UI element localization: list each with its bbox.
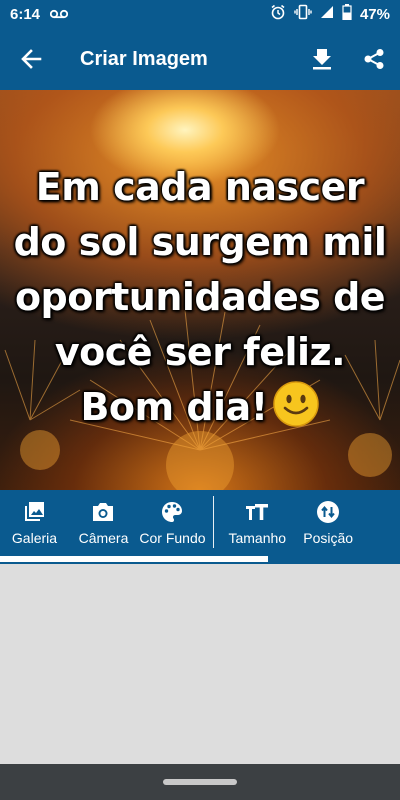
- tool-more[interactable]: [362, 490, 400, 556]
- smiley-emoji: [272, 381, 319, 427]
- tool-label: Tamanho: [228, 530, 287, 546]
- quote-line: você ser feliz.: [54, 330, 346, 374]
- download-icon[interactable]: [296, 28, 348, 90]
- tool-camera[interactable]: Câmera: [69, 490, 138, 556]
- text-size-icon: [245, 500, 269, 524]
- voicemail-icon: [50, 9, 69, 19]
- quote-line: Bom dia!: [80, 385, 268, 429]
- battery-icon: [342, 4, 352, 24]
- gallery-icon: [23, 500, 45, 524]
- app-bar: Criar Imagem: [0, 28, 400, 90]
- image-canvas[interactable]: Em cada nascer do sol surgem mil oportun…: [0, 90, 400, 490]
- toolbar-scrollbar[interactable]: [0, 556, 400, 564]
- tool-posicao[interactable]: Posição: [295, 490, 362, 556]
- status-time: 6:14: [10, 5, 41, 23]
- tool-label: Cor Fundo: [139, 530, 206, 546]
- signal-icon: [320, 5, 334, 23]
- tool-label: Galeria: [11, 530, 58, 546]
- editor-toolbar: Galeria Câmera Cor Fundo Tamanho Posição: [0, 490, 400, 556]
- quote-line: Em cada nascer: [35, 165, 365, 209]
- tool-cor-fundo[interactable]: Cor Fundo: [138, 490, 207, 556]
- swap-vertical-icon: [316, 500, 340, 524]
- scroll-thumb[interactable]: [0, 556, 268, 562]
- battery-percent: 47%: [359, 5, 390, 23]
- quote-line: do sol surgem mil: [13, 220, 387, 264]
- tool-galeria[interactable]: Galeria: [0, 490, 69, 556]
- palette-icon: [161, 500, 183, 524]
- alarm-icon: [270, 4, 286, 24]
- page-title: Criar Imagem: [80, 47, 208, 70]
- vibrate-icon: [294, 4, 312, 24]
- back-arrow-icon[interactable]: [0, 28, 62, 90]
- tool-tamanho[interactable]: Tamanho: [220, 490, 295, 556]
- home-gesture-pill[interactable]: [163, 779, 237, 785]
- quote-line: oportunidades de: [14, 275, 386, 319]
- tool-label: Posição: [303, 530, 354, 546]
- quote-text[interactable]: Em cada nascer do sol surgem mil oportun…: [0, 160, 400, 435]
- navigation-bar: [0, 764, 400, 800]
- status-bar: 6:14 47%: [0, 0, 400, 28]
- toolbar-divider: [212, 496, 214, 548]
- camera-icon: [91, 500, 115, 524]
- tool-label: Câmera: [78, 530, 129, 546]
- share-icon[interactable]: [348, 28, 400, 90]
